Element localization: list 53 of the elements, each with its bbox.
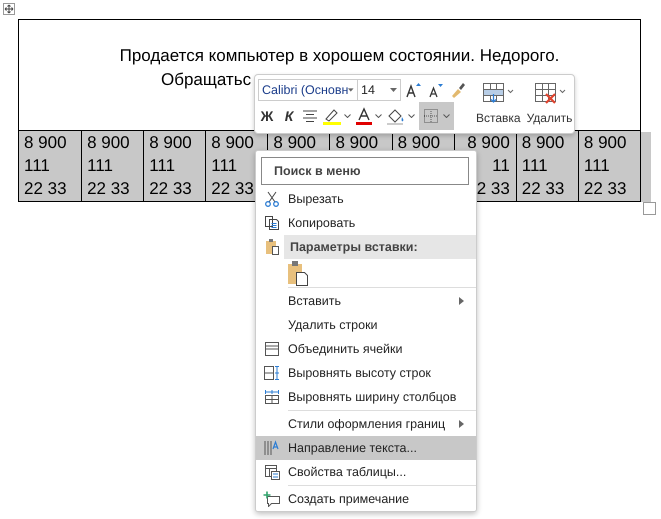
menu-item[interactable]: Выровнять высоту строк: [256, 361, 476, 385]
copy-icon: [264, 215, 280, 231]
table-icon: [264, 341, 280, 357]
font-name-dropdown[interactable]: Calibri (Основн: [258, 79, 358, 101]
dropdown-arrow-icon: [390, 88, 397, 92]
caret-icon[interactable]: [375, 114, 382, 118]
menu-item[interactable]: Вставить: [256, 289, 476, 313]
format-painter-icon[interactable]: [449, 81, 467, 99]
borders-button[interactable]: [419, 102, 454, 130]
menu-item[interactable]: Стили оформления границ: [256, 412, 476, 436]
borders-icon: [423, 108, 439, 124]
italic-button[interactable]: К: [280, 108, 298, 124]
menu-item[interactable]: Объединить ячейки: [256, 337, 476, 361]
caret-icon[interactable]: [344, 114, 351, 118]
table-move-handle-icon[interactable]: [3, 3, 15, 15]
ad-text-line: Продается компьютер в хорошем состоянии. Недорого.: [120, 45, 560, 67]
search-field[interactable]: Поиск в меню: [261, 157, 469, 185]
dropdown-arrow-icon: [348, 88, 354, 92]
align-center-icon[interactable]: [302, 109, 318, 123]
phone-cell: 8 900 111 22 33: [143, 131, 206, 201]
bold-button[interactable]: Ж: [258, 108, 276, 124]
delete-button[interactable]: Удалить: [526, 79, 574, 129]
phone-cell: 8 900 111 22 33: [516, 131, 578, 201]
phone-cell: 8 900 111 22 33: [578, 131, 640, 201]
menu-item[interactable]: Выровнять ширину столбцов: [256, 385, 476, 409]
paint-bucket-icon[interactable]: [386, 107, 406, 125]
shrink-font-icon[interactable]: [427, 81, 445, 99]
menu-item[interactable]: Направление текста...: [256, 436, 476, 460]
scissors-icon: [264, 191, 280, 207]
menu-item[interactable]: Свойства таблицы...: [256, 460, 476, 484]
caret-icon[interactable]: [408, 114, 415, 118]
caret-icon: [443, 114, 450, 118]
menu-section-header: Параметры вставки:: [284, 235, 476, 259]
column-width-icon: [264, 389, 280, 405]
menu-item[interactable]: Создать примечание: [256, 487, 476, 511]
row-end-marker: [641, 132, 651, 202]
ad-text-line: Обращатьс: [161, 69, 252, 91]
row-height-icon: [263, 365, 281, 381]
text-direction-icon: [263, 440, 281, 456]
table-resize-handle[interactable]: [643, 202, 656, 215]
menu-item[interactable]: Удалить строки: [256, 313, 476, 337]
insert-button[interactable]: Вставка: [475, 79, 522, 129]
font-color-icon[interactable]: [355, 107, 373, 125]
table-properties-icon: [264, 464, 280, 480]
phone-cell: 8 900 111 22 33: [19, 131, 82, 201]
clipboard-icon: [266, 239, 280, 255]
highlighter-icon[interactable]: [322, 107, 342, 125]
grow-font-icon[interactable]: [405, 81, 423, 99]
font-size-dropdown[interactable]: 14: [357, 79, 401, 101]
paste-option-icon[interactable]: [287, 260, 309, 286]
menu-item[interactable]: Копировать: [256, 211, 476, 235]
phone-cell: 8 900 111 22 33: [81, 131, 144, 201]
new-comment-icon: [263, 491, 281, 507]
